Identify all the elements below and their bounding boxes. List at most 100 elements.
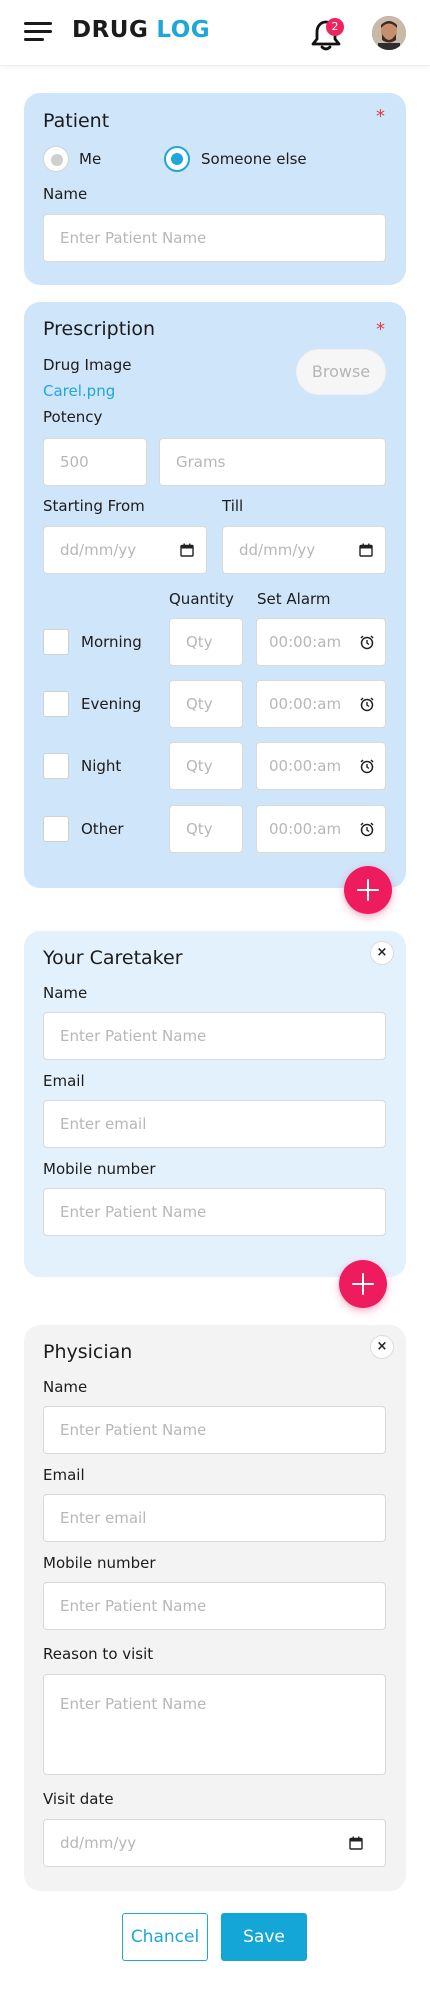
set-alarm-header: Set Alarm [257, 590, 331, 608]
potency-unit-placeholder: Grams [176, 453, 226, 471]
morning-checkbox[interactable] [43, 629, 69, 655]
drug-image-label: Drug Image [43, 356, 132, 374]
reason-placeholder: Enter Patient Name [60, 1695, 207, 1713]
radio-me-label: Me [79, 150, 102, 168]
caretaker-email-label: Email [43, 1072, 85, 1090]
caretaker-card: Your Caretaker × Name Enter Patient Name… [24, 931, 406, 1277]
potency-unit-input[interactable]: Grams [159, 438, 386, 486]
caretaker-mobile-input[interactable]: Enter Patient Name [43, 1188, 386, 1236]
starting-from-label: Starting From [43, 497, 145, 515]
caretaker-name-input[interactable]: Enter Patient Name [43, 1012, 386, 1060]
app-header: DRUG LOG 2 [0, 0, 430, 66]
radio-someone-else[interactable] [164, 146, 190, 172]
physician-mobile-input[interactable]: Enter Patient Name [43, 1582, 386, 1630]
notification-badge: 2 [326, 18, 344, 36]
calendar-icon[interactable] [180, 543, 194, 557]
logo-text-log: LOG [156, 17, 211, 43]
till-date-placeholder: dd/mm/yy [239, 541, 316, 559]
caretaker-email-input[interactable]: Enter email [43, 1100, 386, 1148]
potency-value-input[interactable]: 500 [43, 438, 147, 486]
add-prescription-button[interactable] [344, 866, 392, 914]
alarm-clock-icon[interactable] [359, 634, 375, 650]
caretaker-name-label: Name [43, 984, 88, 1002]
evening-checkbox[interactable] [43, 691, 69, 717]
close-icon[interactable]: × [370, 941, 394, 965]
alarm-clock-icon[interactable] [359, 758, 375, 774]
prescription-card: Prescription * Drug Image Carel.png Brow… [24, 302, 406, 888]
physician-email-placeholder: Enter email [60, 1509, 147, 1527]
patient-card: Patient * Me Someone else Name Enter Pat… [24, 93, 406, 285]
other-qty-input[interactable]: Qty [169, 805, 243, 853]
physician-mobile-placeholder: Enter Patient Name [60, 1597, 207, 1615]
physician-email-input[interactable]: Enter email [43, 1494, 386, 1542]
alarm-clock-icon[interactable] [359, 821, 375, 837]
till-date-input[interactable]: dd/mm/yy [222, 526, 386, 574]
caretaker-mobile-placeholder: Enter Patient Name [60, 1203, 207, 1221]
save-button[interactable]: Save [221, 1913, 307, 1961]
potency-label: Potency [43, 408, 103, 426]
quantity-header: Quantity [169, 590, 234, 608]
reason-to-visit-textarea[interactable]: Enter Patient Name [43, 1674, 386, 1775]
cancel-button[interactable]: Chancel [122, 1913, 208, 1961]
logo-text-drug: DRUG [72, 17, 149, 43]
caretaker-name-placeholder: Enter Patient Name [60, 1027, 207, 1045]
physician-card: Physician × Name Enter Patient Name Emai… [24, 1325, 406, 1891]
alarm-clock-icon[interactable] [359, 696, 375, 712]
required-mark: * [376, 106, 385, 127]
visit-date-label: Visit date [43, 1790, 114, 1808]
patient-name-placeholder: Enter Patient Name [60, 229, 207, 247]
browse-button[interactable]: Browse [296, 349, 386, 395]
patient-name-label: Name [43, 185, 88, 203]
physician-mobile-label: Mobile number [43, 1554, 156, 1572]
time-placeholder: 00:00:am [269, 757, 342, 775]
time-placeholder: 00:00:am [269, 820, 342, 838]
calendar-icon[interactable] [349, 1836, 363, 1850]
start-date-placeholder: dd/mm/yy [60, 541, 137, 559]
night-checkbox[interactable] [43, 753, 69, 779]
visit-date-input[interactable]: dd/mm/yy [43, 1819, 386, 1867]
qty-placeholder: Qty [186, 633, 213, 651]
time-placeholder: 00:00:am [269, 695, 342, 713]
other-label: Other [81, 820, 124, 838]
other-checkbox[interactable] [43, 816, 69, 842]
night-label: Night [81, 757, 122, 775]
add-caretaker-button[interactable] [339, 1260, 387, 1308]
patient-title: Patient [43, 110, 110, 132]
till-label: Till [222, 497, 244, 515]
start-date-input[interactable]: dd/mm/yy [43, 526, 207, 574]
menu-icon[interactable] [24, 22, 52, 42]
app-logo: DRUG LOG [72, 17, 210, 43]
close-icon[interactable]: × [370, 1335, 394, 1359]
evening-qty-input[interactable]: Qty [169, 680, 243, 728]
evening-alarm-input[interactable]: 00:00:am [256, 680, 386, 728]
calendar-icon[interactable] [359, 543, 373, 557]
time-placeholder: 00:00:am [269, 633, 342, 651]
radio-me[interactable] [43, 146, 69, 172]
patient-name-input[interactable]: Enter Patient Name [43, 214, 386, 262]
physician-title: Physician [43, 1341, 133, 1363]
caretaker-email-placeholder: Enter email [60, 1115, 147, 1133]
physician-name-label: Name [43, 1378, 88, 1396]
night-alarm-input[interactable]: 00:00:am [256, 742, 386, 790]
evening-label: Evening [81, 695, 142, 713]
visit-date-placeholder: dd/mm/yy [60, 1834, 137, 1852]
caretaker-mobile-label: Mobile number [43, 1160, 156, 1178]
radio-someone-else-label: Someone else [201, 150, 307, 168]
caretaker-title: Your Caretaker [43, 947, 183, 969]
drug-image-file-link[interactable]: Carel.png [43, 382, 115, 400]
physician-email-label: Email [43, 1466, 85, 1484]
physician-name-input[interactable]: Enter Patient Name [43, 1406, 386, 1454]
reason-to-visit-label: Reason to visit [43, 1645, 154, 1663]
qty-placeholder: Qty [186, 695, 213, 713]
qty-placeholder: Qty [186, 820, 213, 838]
morning-qty-input[interactable]: Qty [169, 618, 243, 666]
required-mark: * [376, 319, 385, 340]
morning-label: Morning [81, 633, 142, 651]
physician-name-placeholder: Enter Patient Name [60, 1421, 207, 1439]
other-alarm-input[interactable]: 00:00:am [256, 805, 386, 853]
morning-alarm-input[interactable]: 00:00:am [256, 618, 386, 666]
avatar[interactable] [372, 16, 406, 50]
potency-value-placeholder: 500 [60, 453, 89, 471]
night-qty-input[interactable]: Qty [169, 742, 243, 790]
qty-placeholder: Qty [186, 757, 213, 775]
